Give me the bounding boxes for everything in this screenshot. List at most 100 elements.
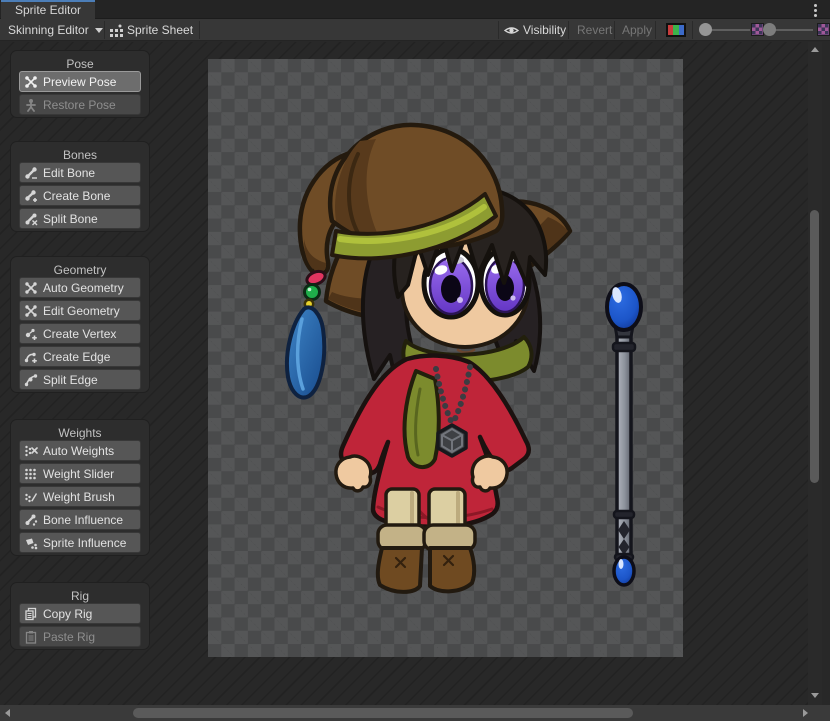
create-bone-icon [24, 189, 38, 203]
scroll-up-icon[interactable] [811, 47, 819, 52]
button-label: Edit Bone [43, 166, 95, 180]
visibility-label: Visibility [523, 23, 566, 37]
button-label: Edit Geometry [43, 304, 120, 318]
toolbar-separator [498, 21, 499, 39]
kebab-menu-icon[interactable] [808, 3, 822, 17]
apply-label: Apply [622, 23, 652, 37]
button-label: Split Bone [43, 212, 98, 226]
tab-sprite-editor[interactable]: Sprite Editor [1, 0, 95, 19]
button-label: Weight Slider [43, 467, 114, 481]
sprite-sheet-label: Sprite Sheet [127, 23, 193, 37]
weight-slider-button[interactable]: Weight Slider [19, 463, 141, 484]
horizontal-scrollbar[interactable] [0, 705, 830, 721]
revert-label: Revert [577, 23, 612, 37]
preview-pose-icon [24, 75, 38, 89]
preview-pose-button[interactable]: Preview Pose [19, 71, 141, 92]
auto-weights-button[interactable]: Auto Weights [19, 440, 141, 461]
dropdown-caret-icon [95, 28, 103, 33]
eye-icon [504, 25, 519, 36]
create-bone-button[interactable]: Create Bone [19, 185, 141, 206]
auto-geometry-button[interactable]: Auto Geometry [19, 277, 141, 298]
bone-influence-icon [24, 513, 38, 527]
restore-pose-button[interactable]: Restore Pose [19, 94, 141, 115]
bone-influence-button[interactable]: Bone Influence [19, 509, 141, 530]
sprite-editor-window: Sprite Editor Skinning Editor Sprite She… [0, 0, 830, 721]
horizontal-scrollbar-thumb[interactable] [133, 708, 633, 718]
edit-geometry-icon [24, 304, 38, 318]
create-edge-icon [24, 350, 38, 364]
toolbar-separator [655, 21, 656, 39]
weight-slider-icon [24, 467, 38, 481]
workspace: Pose Preview Pose Restore Pose Bones [0, 42, 816, 705]
staff-sprite [607, 284, 641, 585]
scroll-left-icon[interactable] [5, 709, 10, 717]
split-bone-icon [24, 212, 38, 226]
weight-brush-icon [24, 490, 38, 504]
rgb-color-swatch-icon [666, 23, 686, 37]
panel-geometry: Geometry Auto Geometry Edit Geometry Cre… [10, 256, 150, 393]
weight-brush-button[interactable]: Weight Brush [19, 486, 141, 507]
button-label: Split Edge [43, 373, 98, 387]
button-label: Restore Pose [43, 98, 116, 112]
panel-title: Geometry [11, 257, 149, 277]
panel-title: Pose [11, 51, 149, 71]
restore-pose-icon [24, 98, 38, 112]
paste-rig-button[interactable]: Paste Rig [19, 626, 141, 647]
vertical-scrollbar[interactable] [808, 42, 822, 705]
texture-checker-icon [817, 23, 830, 36]
sprite-canvas[interactable] [208, 59, 683, 657]
panel-bones: Bones Edit Bone Create Bone Split Bone [10, 141, 150, 232]
tab-label: Sprite Editor [15, 3, 81, 17]
sprite-influence-icon [24, 536, 38, 550]
button-label: Paste Rig [43, 630, 95, 644]
panel-title: Bones [11, 142, 149, 162]
witch-girl-sprite [287, 125, 570, 592]
edit-bone-button[interactable]: Edit Bone [19, 162, 141, 183]
toolbar-separator [199, 21, 200, 39]
toolbar-separator [614, 21, 615, 39]
create-edge-button[interactable]: Create Edge [19, 346, 141, 367]
paste-rig-icon [24, 630, 38, 644]
apply-button[interactable]: Apply [622, 19, 652, 41]
bone-opacity-slider-knob[interactable] [699, 23, 712, 36]
split-bone-button[interactable]: Split Bone [19, 208, 141, 229]
vertical-scrollbar-thumb[interactable] [810, 210, 819, 483]
button-label: Bone Influence [43, 513, 123, 527]
panel-pose: Pose Preview Pose Restore Pose [10, 50, 150, 118]
button-label: Create Vertex [43, 327, 116, 341]
tab-bar: Sprite Editor [0, 0, 830, 19]
button-label: Copy Rig [43, 607, 92, 621]
copy-rig-button[interactable]: Copy Rig [19, 603, 141, 624]
color-swatch-button[interactable] [666, 19, 686, 41]
skinning-editor-dropdown[interactable]: Skinning Editor [8, 19, 103, 41]
split-edge-icon [24, 373, 38, 387]
split-edge-button[interactable]: Split Edge [19, 369, 141, 390]
character-sprite [208, 59, 683, 657]
button-label: Preview Pose [43, 75, 116, 89]
button-label: Sprite Influence [43, 536, 126, 550]
panel-title: Weights [11, 420, 149, 440]
revert-button[interactable]: Revert [577, 19, 612, 41]
auto-weights-icon [24, 444, 38, 458]
panel-rig: Rig Copy Rig Paste Rig [10, 582, 150, 650]
edit-bone-icon [24, 166, 38, 180]
sprite-opacity-slider-knob[interactable] [763, 23, 776, 36]
sprite-sheet-grid-icon [110, 24, 123, 37]
button-label: Create Edge [43, 350, 110, 364]
button-label: Auto Geometry [43, 281, 124, 295]
toolbar-separator [104, 21, 105, 39]
button-label: Weight Brush [43, 490, 115, 504]
edit-geometry-button[interactable]: Edit Geometry [19, 300, 141, 321]
toolbar-separator [568, 21, 569, 39]
scroll-right-icon[interactable] [803, 709, 808, 717]
sprite-sheet-button[interactable]: Sprite Sheet [110, 19, 193, 41]
sprite-influence-button[interactable]: Sprite Influence [19, 532, 141, 553]
button-label: Auto Weights [43, 444, 114, 458]
panel-title: Rig [11, 583, 149, 603]
create-vertex-button[interactable]: Create Vertex [19, 323, 141, 344]
scroll-down-icon[interactable] [811, 693, 819, 698]
panel-weights: Weights Auto Weights Weight Slider Weigh… [10, 419, 150, 556]
visibility-button[interactable]: Visibility [504, 19, 566, 41]
auto-geometry-icon [24, 281, 38, 295]
toolbar: Skinning Editor Sprite Sheet Visibility … [0, 19, 830, 41]
